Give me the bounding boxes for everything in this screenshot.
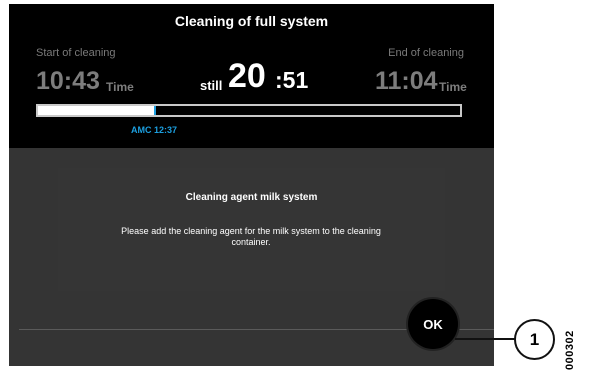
start-time-value: 10:43: [36, 67, 100, 95]
progress-fill: [38, 106, 157, 115]
callout-number: 1: [514, 319, 555, 360]
callout-leader-line: [455, 338, 515, 340]
start-time-unit: Time: [106, 80, 134, 94]
end-of-cleaning-label: End of cleaning: [388, 47, 464, 59]
end-time-value: 11:04: [375, 67, 438, 95]
status-header: Cleaning of full system Start of cleanin…: [9, 4, 494, 148]
end-time-unit: Time: [439, 80, 467, 94]
ok-button[interactable]: OK: [408, 299, 458, 349]
screen-title: Cleaning of full system: [174, 13, 329, 29]
remaining-seconds: :51: [275, 67, 309, 93]
amc-marker-label: AMC 12:37: [131, 125, 178, 135]
figure-code: 000302: [564, 330, 576, 370]
message-title: Cleaning agent milk system: [185, 192, 318, 203]
start-of-cleaning-label: Start of cleaning: [36, 47, 116, 59]
message-body: Please add the cleaning agent for the mi…: [121, 226, 381, 247]
remaining-label: still: [200, 78, 223, 93]
remaining-minutes: 20: [228, 57, 266, 95]
cleaning-progress-bar: [36, 104, 462, 117]
